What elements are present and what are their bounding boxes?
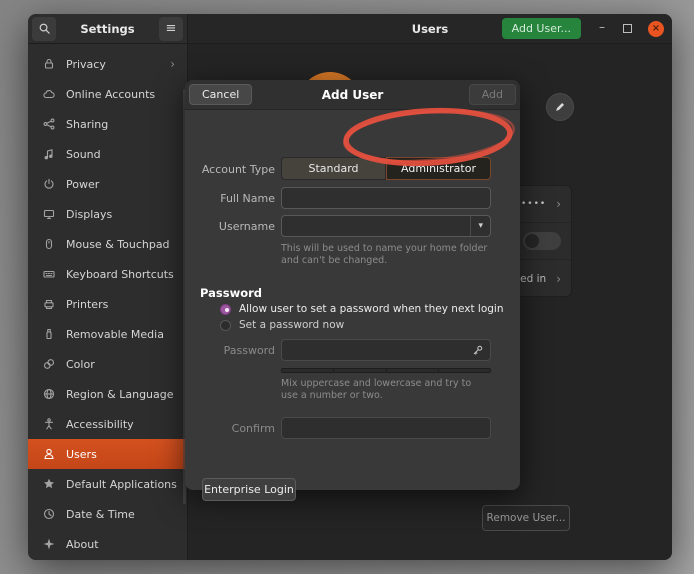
settings-window: Settings ≡ Users Add User... – × Privacy… xyxy=(28,14,672,560)
sidebar-item-sharing[interactable]: Sharing xyxy=(28,109,187,139)
radio-next-login[interactable]: Allow user to set a password when they n… xyxy=(220,303,503,315)
share-icon xyxy=(42,117,56,131)
display-icon xyxy=(42,207,56,221)
app-title: Settings xyxy=(56,22,159,36)
username-hint: This will be used to name your home fold… xyxy=(281,243,489,267)
password-section-heading: Password xyxy=(200,286,262,300)
radio-set-now[interactable]: Set a password now xyxy=(220,319,344,331)
add-button[interactable]: Add xyxy=(469,84,516,105)
sidebar-item-printers[interactable]: Printers xyxy=(28,289,187,319)
menu-button[interactable]: ≡ xyxy=(159,17,183,41)
lock-icon xyxy=(42,57,56,71)
password-hint: Mix uppercase and lowercase and try to u… xyxy=(281,378,489,402)
standard-button[interactable]: Standard xyxy=(281,157,386,180)
radio-unselected-icon xyxy=(220,320,231,331)
edit-avatar-button[interactable] xyxy=(546,93,574,121)
confirm-label: Confirm xyxy=(191,422,275,435)
usb-drive-icon xyxy=(42,327,56,341)
sidebar-item-sound[interactable]: Sound xyxy=(28,139,187,169)
maximize-button[interactable] xyxy=(623,24,632,33)
automatic-login-toggle[interactable] xyxy=(523,232,561,250)
dialog-header: Cancel Add User Add xyxy=(185,80,520,110)
password-input[interactable] xyxy=(281,339,491,361)
sidebar-item-privacy[interactable]: Privacy › xyxy=(28,49,187,79)
sidebar-item-power[interactable]: Power xyxy=(28,169,187,199)
sidebar-item-removable-media[interactable]: Removable Media xyxy=(28,319,187,349)
confirm-input[interactable] xyxy=(281,417,491,439)
sidebar-item-accessibility[interactable]: Accessibility xyxy=(28,409,187,439)
sidebar: Privacy › Online Accounts Sharing Sound … xyxy=(28,44,188,560)
full-name-input[interactable] xyxy=(281,187,491,209)
remove-user-button[interactable]: Remove User... xyxy=(482,505,570,531)
password-label: Password xyxy=(191,344,275,357)
add-user-dialog: Cancel Add User Add Account Type Standar… xyxy=(185,80,520,490)
administrator-button[interactable]: Administrator xyxy=(386,157,491,180)
titlebar: Settings ≡ Users Add User... – × xyxy=(28,14,672,44)
close-button[interactable]: × xyxy=(648,21,664,37)
account-type-label: Account Type xyxy=(191,163,275,176)
search-button[interactable] xyxy=(32,17,56,41)
titlebar-left: Settings ≡ xyxy=(28,14,188,44)
sidebar-item-mouse-touchpad[interactable]: Mouse & Touchpad xyxy=(28,229,187,259)
sidebar-item-region-language[interactable]: Region & Language xyxy=(28,379,187,409)
power-icon xyxy=(42,177,56,191)
hamburger-icon: ≡ xyxy=(166,21,177,36)
close-icon: × xyxy=(652,23,660,34)
accessibility-icon xyxy=(42,417,56,431)
sidebar-item-users[interactable]: Users xyxy=(28,439,187,469)
dialog-body: Account Type Standard Administrator Full… xyxy=(185,110,520,490)
sidebar-item-keyboard-shortcuts[interactable]: Keyboard Shortcuts xyxy=(28,259,187,289)
sidebar-item-date-time[interactable]: Date & Time xyxy=(28,499,187,529)
pencil-icon xyxy=(554,101,566,113)
minimize-button[interactable]: – xyxy=(597,24,607,34)
color-icon xyxy=(42,357,56,371)
keyboard-icon xyxy=(42,267,56,281)
sidebar-item-default-applications[interactable]: Default Applications xyxy=(28,469,187,499)
radio-selected-icon xyxy=(220,304,231,315)
search-icon xyxy=(38,22,51,35)
mouse-icon xyxy=(42,237,56,251)
chevron-right-icon: › xyxy=(556,197,561,211)
username-label: Username xyxy=(191,220,275,233)
about-icon xyxy=(42,537,56,551)
music-note-icon xyxy=(42,147,56,161)
username-combo[interactable]: ▾ xyxy=(281,215,491,237)
sidebar-item-online-accounts[interactable]: Online Accounts xyxy=(28,79,187,109)
chevron-right-icon: › xyxy=(170,57,175,71)
sidebar-item-displays[interactable]: Displays xyxy=(28,199,187,229)
password-strength-meter xyxy=(281,368,491,373)
add-user-button[interactable]: Add User... xyxy=(502,18,581,39)
clock-icon xyxy=(42,507,56,521)
cancel-button[interactable]: Cancel xyxy=(189,84,252,105)
users-icon xyxy=(42,447,56,461)
full-name-label: Full Name xyxy=(191,192,275,205)
sidebar-item-about[interactable]: About xyxy=(28,529,187,559)
star-icon xyxy=(42,477,56,491)
chevron-down-icon[interactable]: ▾ xyxy=(470,216,490,236)
cloud-icon xyxy=(42,87,56,101)
generate-password-icon[interactable] xyxy=(471,344,490,357)
chevron-right-icon: › xyxy=(556,272,561,286)
enterprise-login-button[interactable]: Enterprise Login xyxy=(202,478,296,501)
globe-icon xyxy=(42,387,56,401)
titlebar-right: Users Add User... – × xyxy=(188,14,672,44)
sidebar-item-color[interactable]: Color xyxy=(28,349,187,379)
printer-icon xyxy=(42,297,56,311)
